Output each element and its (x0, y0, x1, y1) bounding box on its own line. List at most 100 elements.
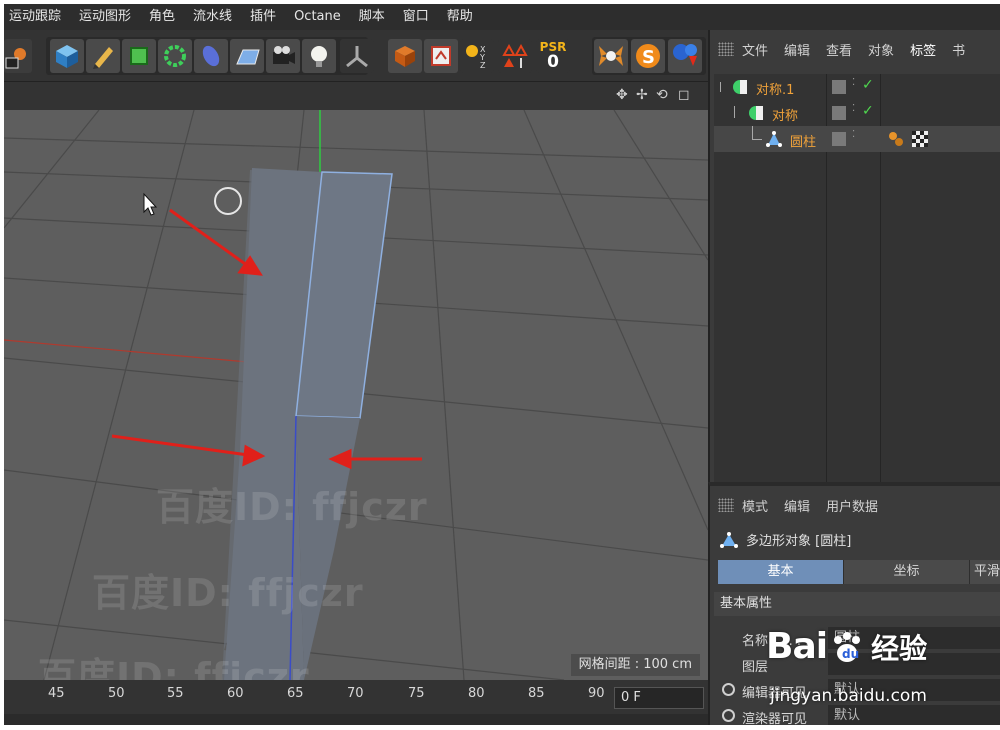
toggle-view-icon[interactable]: ◻ (678, 87, 690, 103)
zoom-view-icon[interactable]: ✢ (636, 87, 648, 103)
deformer-button[interactable] (194, 39, 228, 73)
object-row-cylinder[interactable]: 圆柱 ⁚ (714, 126, 1000, 152)
tab-coordinates[interactable]: 坐标 (844, 560, 970, 584)
menu-pipeline[interactable]: 流水线 (184, 4, 241, 30)
octane-target-button[interactable] (594, 39, 628, 73)
snap-button[interactable] (498, 39, 532, 73)
lightbulb-icon (311, 46, 327, 67)
attribute-tabs: 基本 坐标 平滑 (718, 560, 1000, 584)
camera-icon (273, 46, 295, 64)
am-menu-edit[interactable]: 编辑 (784, 496, 822, 515)
make-editable-button[interactable] (388, 39, 422, 73)
layer-toggle-icon[interactable] (832, 132, 846, 146)
uvw-tag-icon[interactable] (912, 131, 928, 147)
object-row-symmetry-1[interactable]: 对称.1 ⁚ ✓ (714, 74, 1000, 100)
menu-window[interactable]: 窗口 (394, 4, 438, 30)
symmetry-icon (749, 106, 763, 120)
menu-plugins[interactable]: 插件 (241, 4, 285, 30)
timeline-tick: 65 (287, 686, 304, 701)
om-menu-file[interactable]: 文件 (742, 40, 780, 59)
panel-grip-icon[interactable] (718, 498, 734, 512)
menu-script[interactable]: 脚本 (350, 4, 394, 30)
floor-button[interactable] (230, 39, 264, 73)
layer-toggle-icon[interactable] (832, 106, 846, 120)
3d-viewport[interactable]: 百度ID: ffjczr 百度ID: ffjczr 百度ID: ffjczr 网… (4, 110, 708, 680)
psr-button[interactable]: PSR 0 (536, 39, 570, 73)
attribute-title-text: 多边形对象 [圆柱] (746, 534, 852, 549)
axis-icon (346, 46, 368, 68)
timeline-tick: 70 (347, 686, 364, 701)
polygon-object-icon (720, 531, 738, 548)
octane-s-icon: S (636, 44, 660, 68)
attribute-title: 多边形对象 [圆柱] (720, 530, 851, 549)
om-menu-edit[interactable]: 编辑 (784, 40, 822, 59)
object-list: 对称.1 ⁚ ✓ 对称 ⁚ ✓ 圆柱 ⁚ (714, 74, 1000, 482)
octane-render-button[interactable] (668, 39, 702, 73)
menu-help[interactable]: 帮助 (438, 4, 482, 30)
panel-grip-icon[interactable] (718, 42, 734, 56)
brush-cursor-icon (214, 187, 242, 215)
octane-s-button[interactable]: S (631, 39, 665, 73)
editor-visible-radio[interactable] (722, 683, 735, 696)
om-menu-bookmarks[interactable]: 书 (952, 40, 977, 59)
pen-icon (93, 47, 113, 69)
svg-text:du: du (842, 647, 859, 661)
layer-toggle-icon[interactable] (832, 80, 846, 94)
watermark-text: 百度ID: ffjczr (38, 655, 310, 680)
object-name[interactable]: 圆柱 (790, 131, 816, 150)
baidu-jingyan-text: 经验 (871, 631, 928, 665)
section-basic-properties: 基本属性 (714, 592, 1000, 616)
snap-icon (502, 43, 528, 68)
current-frame-field[interactable]: 0 F (614, 687, 704, 709)
render-settings-button[interactable] (4, 39, 32, 73)
render-visible-select[interactable]: 默认 (828, 705, 1000, 725)
tab-basic[interactable]: 基本 (718, 560, 844, 584)
om-menu-object[interactable]: 对象 (868, 40, 906, 59)
object-name[interactable]: 对称 (772, 105, 798, 124)
camera-button[interactable] (266, 39, 300, 73)
menu-mograph[interactable]: 运动图形 (70, 4, 140, 30)
timeline-tick: 60 (227, 686, 244, 701)
menu-motion-tracking[interactable]: 运动跟踪 (4, 4, 70, 30)
timeline-tick: 45 (48, 686, 65, 701)
om-menu-view[interactable]: 查看 (826, 40, 864, 59)
xyz-lock-button[interactable]: XYZ (460, 39, 494, 73)
visibility-dots-icon[interactable]: ⁚ (852, 103, 855, 114)
visibility-dots-icon[interactable]: ⁚ (852, 77, 855, 88)
om-menu-tags[interactable]: 标签 (910, 40, 948, 59)
am-menu-user-data[interactable]: 用户数据 (826, 496, 890, 515)
subdivision-icon (130, 47, 148, 65)
menu-bar: 运动跟踪 运动图形 角色 流水线 插件 Octane 脚本 窗口 帮助 (4, 4, 1000, 30)
object-row-symmetry[interactable]: 对称 ⁚ ✓ (714, 100, 1000, 126)
attr-label: 渲染器可见 (742, 712, 808, 725)
cube-button[interactable] (50, 39, 84, 73)
attribute-manager-menu: 模式 编辑 用户数据 (710, 492, 1000, 518)
polygon-object-icon (766, 131, 782, 147)
tab-phong[interactable]: 平滑 (970, 560, 1000, 584)
symmetry-icon (733, 80, 747, 94)
axis-button[interactable] (340, 39, 374, 73)
timeline-tick: 55 (167, 686, 184, 701)
subdivision-button[interactable] (122, 39, 156, 73)
octane-render-icon (673, 44, 697, 66)
am-menu-mode[interactable]: 模式 (742, 496, 780, 515)
visibility-dots-icon[interactable]: ⁚ (852, 129, 855, 140)
floor-icon (236, 49, 260, 65)
enabled-check-icon[interactable]: ✓ (862, 77, 874, 93)
render-visible-radio[interactable] (722, 709, 735, 722)
light-button[interactable] (302, 39, 336, 73)
rotate-view-icon[interactable]: ⟲ (656, 87, 668, 103)
array-button[interactable] (158, 39, 192, 73)
mouse-pointer-icon (143, 192, 158, 216)
uv-button[interactable] (424, 39, 458, 73)
menu-octane[interactable]: Octane (285, 4, 350, 30)
pen-button[interactable] (86, 39, 120, 73)
move-view-icon[interactable]: ✥ (616, 87, 628, 103)
phong-tag-icon[interactable] (888, 131, 906, 147)
enabled-check-icon[interactable]: ✓ (862, 103, 874, 119)
cube-icon (56, 45, 78, 68)
uv-icon (431, 46, 451, 66)
object-name[interactable]: 对称.1 (756, 79, 794, 98)
timeline-ruler[interactable]: 45 50 55 60 65 70 75 80 85 90 0 F (4, 680, 708, 714)
menu-character[interactable]: 角色 (140, 4, 184, 30)
